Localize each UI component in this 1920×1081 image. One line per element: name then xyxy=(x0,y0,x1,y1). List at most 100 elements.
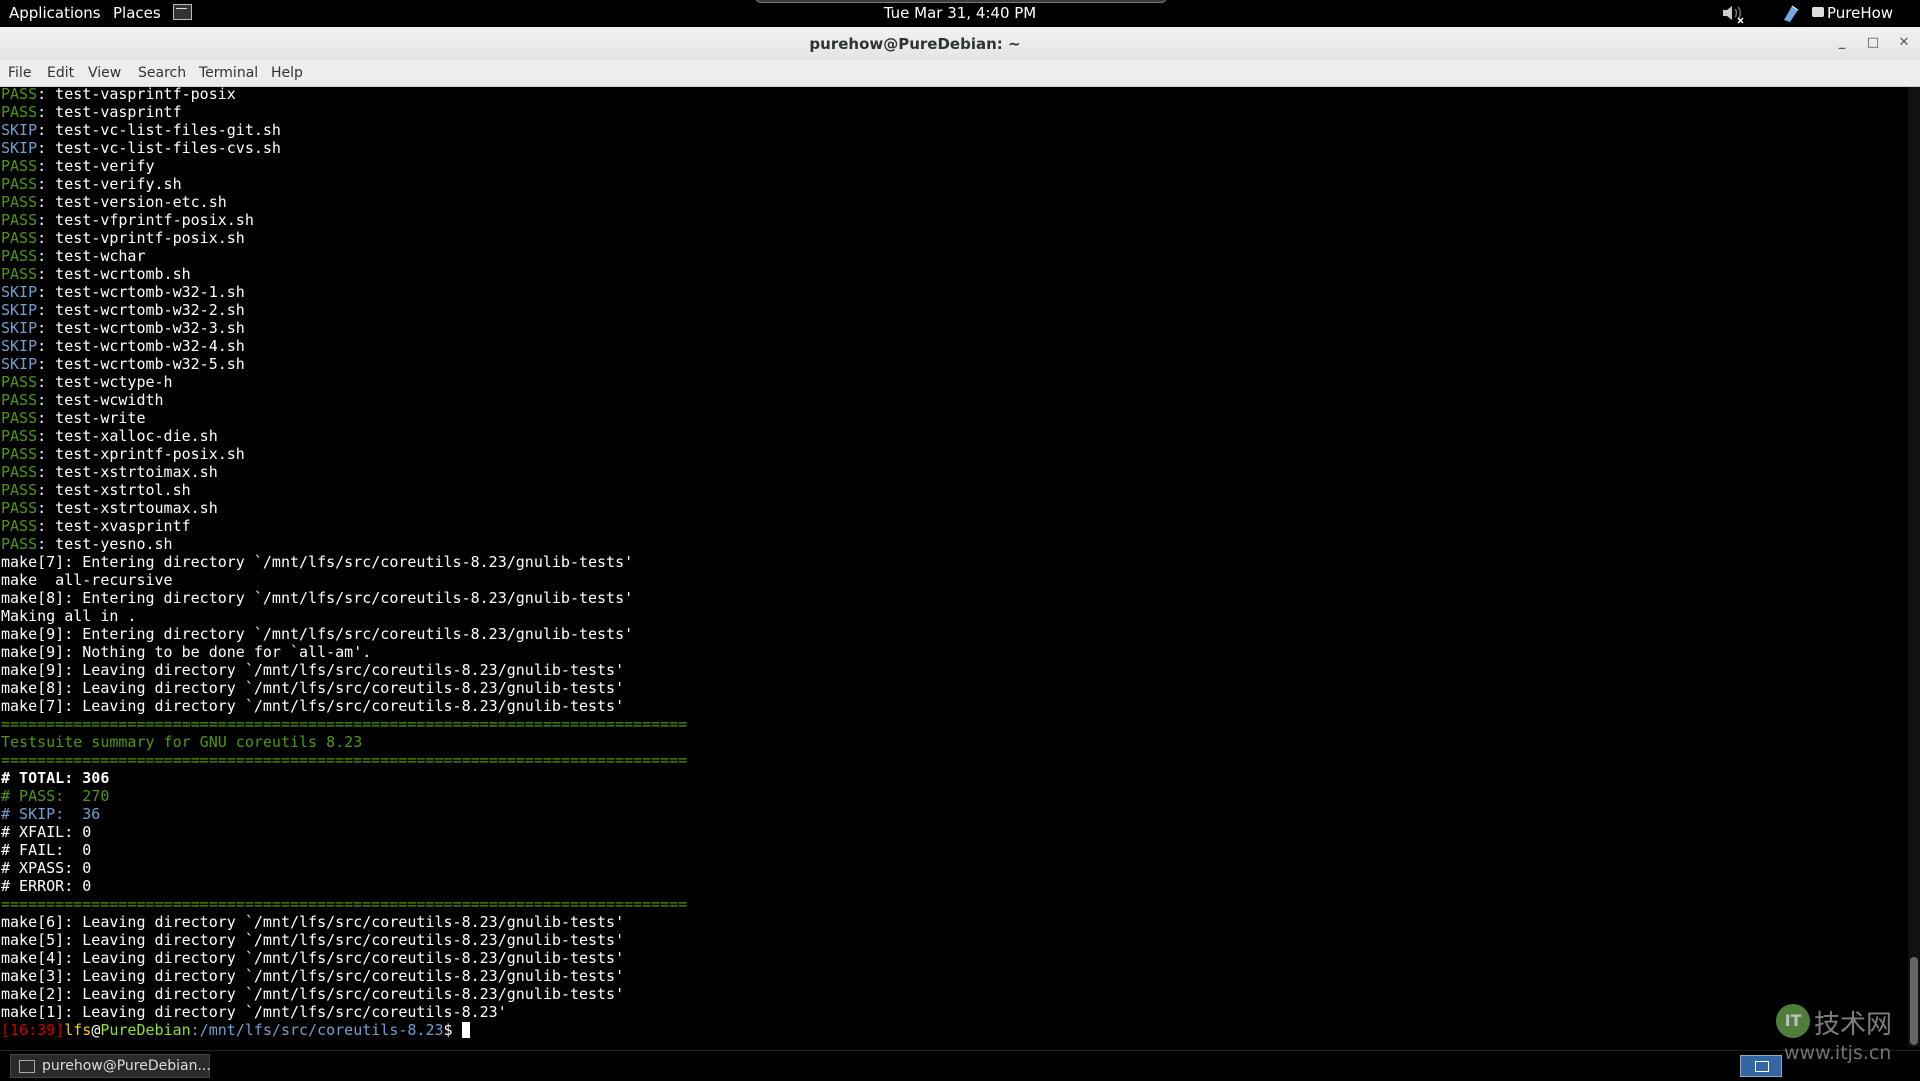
terminal-text: : test-vc-list-files-cvs.sh xyxy=(37,139,281,157)
terminal-text: make[6]: Leaving directory `/mnt/lfs/src… xyxy=(1,913,625,931)
terminal-line: PASS: test-wcrtomb.sh xyxy=(1,265,687,283)
terminal-line: PASS: test-vasprintf-posix xyxy=(1,87,687,103)
command-prompt[interactable]: [16:39]lfs@PureDebian:/mnt/lfs/src/coreu… xyxy=(1,1021,687,1039)
minimize-button[interactable]: _ xyxy=(1831,33,1853,53)
terminal-text: : test-xstrtol.sh xyxy=(37,481,191,499)
terminal-text: PASS xyxy=(1,445,38,463)
menubar: File Edit View Search Terminal Help xyxy=(0,60,1920,87)
terminal-text: SKIP xyxy=(1,319,38,337)
terminal-text: PASS xyxy=(1,229,38,247)
terminal-line: PASS: test-wcwidth xyxy=(1,391,687,409)
terminal-text: : test-verify xyxy=(37,157,155,175)
terminal-line: PASS: test-vasprintf xyxy=(1,103,687,121)
terminal-line: SKIP: test-wcrtomb-w32-3.sh xyxy=(1,319,687,337)
network-icon[interactable] xyxy=(1780,2,1802,24)
user-name: PureHow xyxy=(1827,4,1894,22)
terminal-text: : test-xstrtoumax.sh xyxy=(37,499,218,517)
terminal-line: # PASS: 270 xyxy=(1,787,687,805)
terminal-text: SKIP xyxy=(1,139,38,157)
terminal-text: Making all in . xyxy=(1,607,137,625)
terminal-text: # FAIL: 0 xyxy=(1,841,92,859)
menu-search[interactable]: Search xyxy=(138,65,186,81)
terminal-text: make[5]: Leaving directory `/mnt/lfs/src… xyxy=(1,931,625,949)
terminal-line: SKIP: test-vc-list-files-git.sh xyxy=(1,121,687,139)
terminal-text: PASS xyxy=(1,157,38,175)
terminal-text: SKIP xyxy=(1,283,38,301)
terminal-line: PASS: test-verify.sh xyxy=(1,175,687,193)
taskbar-window-label: purehow@PureDebian... xyxy=(42,1058,211,1074)
taskbar-window-button[interactable]: purehow@PureDebian... xyxy=(10,1054,211,1078)
terminal-text: make[9]: Entering directory `/mnt/lfs/sr… xyxy=(1,625,634,643)
terminal-text: PASS xyxy=(1,87,38,103)
terminal-text: ========================================… xyxy=(1,895,688,913)
terminal-text: : test-yesno.sh xyxy=(37,535,173,553)
terminal-line: make[9]: Entering directory `/mnt/lfs/sr… xyxy=(1,625,687,643)
terminal-text: make[2]: Leaving directory `/mnt/lfs/src… xyxy=(1,985,625,1003)
terminal-text: PASS xyxy=(1,409,38,427)
terminal-text: make all-recursive xyxy=(1,571,173,589)
prompt-symbol: $ xyxy=(443,1021,462,1039)
terminal-text: PASS xyxy=(1,193,38,211)
terminal-output[interactable]: PASS: test-vasprintf-posix PASS: test-vas… xyxy=(0,87,1908,1047)
terminal-line: PASS: test-xstrtol.sh xyxy=(1,481,687,499)
terminal-text: : test-vc-list-files-git.sh xyxy=(37,121,281,139)
terminal-text: PASS xyxy=(1,427,38,445)
terminal-line: make all-recursive xyxy=(1,571,687,589)
terminal-line: make[6]: Leaving directory `/mnt/lfs/src… xyxy=(1,913,687,931)
terminal-line: make[3]: Leaving directory `/mnt/lfs/src… xyxy=(1,967,687,985)
terminal-text: : test-xvasprintf xyxy=(37,517,191,535)
terminal-text: : test-wcrtomb.sh xyxy=(37,265,191,283)
terminal-line: make[5]: Leaving directory `/mnt/lfs/src… xyxy=(1,931,687,949)
terminal-line: PASS: test-xstrtoumax.sh xyxy=(1,499,687,517)
terminal-line: ========================================… xyxy=(1,895,687,913)
terminal-text: make[9]: Leaving directory `/mnt/lfs/src… xyxy=(1,661,625,679)
terminal-line: PASS: test-xvasprintf xyxy=(1,517,687,535)
terminal-icon xyxy=(19,1060,35,1073)
terminal-text: PASS xyxy=(1,247,38,265)
terminal-line: SKIP: test-wcrtomb-w32-2.sh xyxy=(1,301,687,319)
user-menu[interactable]: PureHow xyxy=(1812,4,1894,22)
terminal-lines: PASS: test-vasprintf-posix PASS: test-vas… xyxy=(1,87,687,1039)
terminal-line: # XFAIL: 0 xyxy=(1,823,687,841)
prompt-at: @ xyxy=(91,1021,101,1039)
terminal-line: SKIP: test-wcrtomb-w32-1.sh xyxy=(1,283,687,301)
close-button[interactable]: ✕ xyxy=(1893,33,1915,53)
clock[interactable]: Tue Mar 31, 4:40 PM xyxy=(0,4,1920,22)
menu-view[interactable]: View xyxy=(88,65,121,81)
terminal-line: SKIP: test-vc-list-files-cvs.sh xyxy=(1,139,687,157)
activities-hot-corner[interactable] xyxy=(755,0,1167,3)
window-titlebar[interactable]: purehow@PureDebian: ~ _ □ ✕ xyxy=(0,27,1920,60)
terminal-line: make[4]: Leaving directory `/mnt/lfs/src… xyxy=(1,949,687,967)
menu-terminal[interactable]: Terminal xyxy=(199,65,258,81)
terminal-scrollbar[interactable] xyxy=(1908,87,1920,1047)
terminal-text: # PASS: 270 xyxy=(1,787,110,805)
terminal-text: # XPASS: 0 xyxy=(1,859,92,877)
terminal-line: make[2]: Leaving directory `/mnt/lfs/src… xyxy=(1,985,687,1003)
bottom-panel: purehow@PureDebian... xyxy=(0,1050,1920,1081)
terminal-line: make[7]: Leaving directory `/mnt/lfs/src… xyxy=(1,697,687,715)
terminal-text: Testsuite summary for GNU coreutils 8.23 xyxy=(1,733,363,751)
terminal-text: PASS xyxy=(1,535,38,553)
terminal-text: : test-wcwidth xyxy=(37,391,164,409)
terminal-text: : test-wcrtomb-w32-3.sh xyxy=(37,319,245,337)
terminal-text: PASS xyxy=(1,499,38,517)
terminal-line: make[8]: Leaving directory `/mnt/lfs/src… xyxy=(1,679,687,697)
menu-file[interactable]: File xyxy=(8,65,31,81)
menu-edit[interactable]: Edit xyxy=(47,65,74,81)
prompt-user: lfs xyxy=(64,1021,92,1039)
terminal-line: PASS: test-version-etc.sh xyxy=(1,193,687,211)
terminal-text: make[8]: Entering directory `/mnt/lfs/sr… xyxy=(1,589,634,607)
menu-help[interactable]: Help xyxy=(271,65,303,81)
maximize-button[interactable]: □ xyxy=(1862,33,1884,53)
terminal-line: make[9]: Leaving directory `/mnt/lfs/src… xyxy=(1,661,687,679)
terminal-text: make[7]: Entering directory `/mnt/lfs/sr… xyxy=(1,553,634,571)
terminal-text: : test-wcrtomb-w32-4.sh xyxy=(37,337,245,355)
terminal-line: PASS: test-wctype-h xyxy=(1,373,687,391)
watermark-logo: IT xyxy=(1776,1004,1810,1038)
speaker-muted-icon[interactable] xyxy=(1720,2,1746,24)
terminal-text: : test-verify.sh xyxy=(37,175,182,193)
terminal-text: PASS xyxy=(1,175,38,193)
terminal-line: Making all in . xyxy=(1,607,687,625)
prompt-path: :/mnt/lfs/src/coreutils-8.23 xyxy=(190,1021,444,1039)
terminal-text: : test-xalloc-die.sh xyxy=(37,427,218,445)
